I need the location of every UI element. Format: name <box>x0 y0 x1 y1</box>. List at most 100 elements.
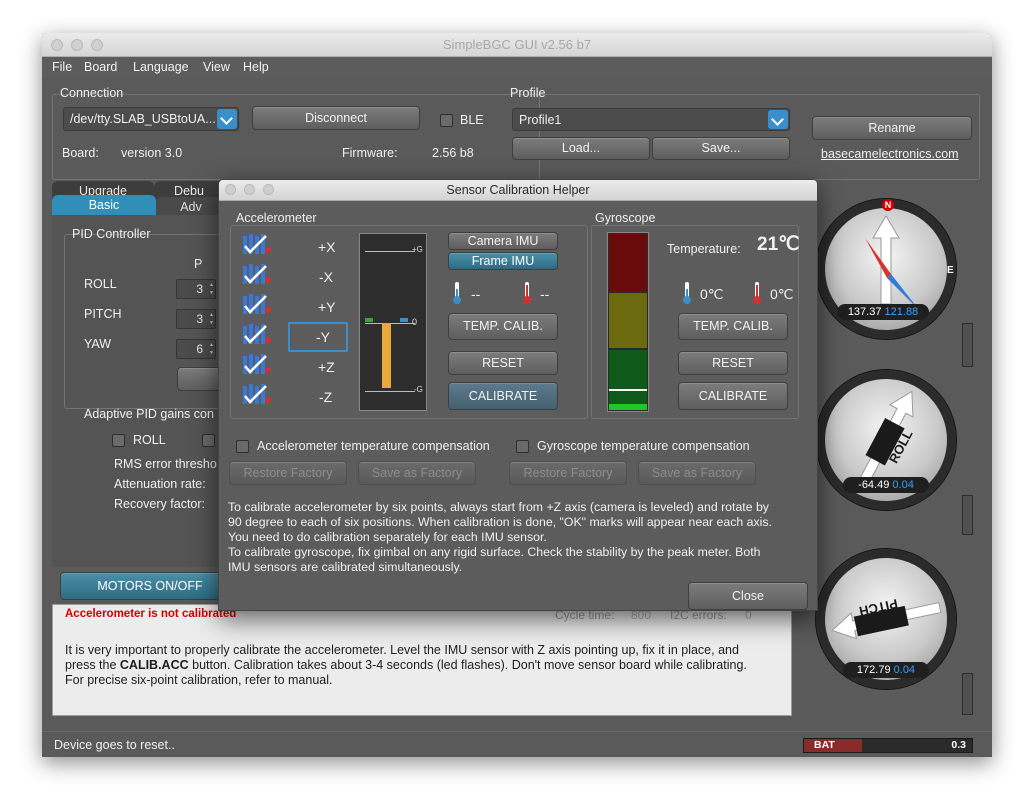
pid-roll-label: ROLL <box>84 277 117 291</box>
window-close-button[interactable] <box>51 39 63 51</box>
menu-board[interactable]: Board <box>84 60 117 74</box>
dialog-titlebar: Sensor Calibration Helper <box>219 180 817 201</box>
accel-scale-top-line <box>365 251 415 252</box>
pid-yaw-p-input[interactable]: 6 <box>176 339 216 359</box>
acc-reset-button[interactable]: RESET <box>448 351 558 375</box>
profile-load-button[interactable]: Load... <box>512 137 650 160</box>
pid-pitch-p-input[interactable]: 3 <box>176 309 216 329</box>
board-version: version 3.0 <box>121 146 183 160</box>
roll-gauge: ROLL -64.49 0.04 <box>816 370 956 510</box>
acc-calibrate-button[interactable]: CALIBRATE <box>448 382 558 410</box>
profile-save-button[interactable]: Save... <box>652 137 790 160</box>
acc-temp-min: -- <box>471 286 481 302</box>
accel-scale-bottom: -G <box>414 385 423 394</box>
battery-bar: BAT 0.3 <box>803 738 973 753</box>
menu-view[interactable]: View <box>203 60 230 74</box>
window-titlebar: SimpleBGC GUI v2.56 b7 <box>42 33 992 57</box>
acc-temp-comp-label: Accelerometer temperature compensation <box>257 439 490 453</box>
accel-scale-mid: 0 <box>412 317 418 327</box>
adaptive-roll-label: ROLL <box>133 433 166 447</box>
accelerometer-label: Accelerometer <box>236 211 317 225</box>
gyro-peak-line <box>609 389 647 391</box>
gyro-temp-calib-button[interactable]: TEMP. CALIB. <box>678 313 788 340</box>
disconnect-button[interactable]: Disconnect <box>252 106 420 130</box>
bottom-status-text: Device goes to reset.. <box>54 738 175 752</box>
adaptive-pitch-checkbox[interactable] <box>202 434 215 447</box>
thermometer-cold-icon <box>453 282 461 304</box>
menu-help[interactable]: Help <box>243 60 269 74</box>
pid-yaw-label: YAW <box>84 337 112 351</box>
yaw-level-bar <box>962 323 973 367</box>
gyro-temp-comp-checkbox[interactable] <box>516 440 529 453</box>
thermometer-hot-icon <box>753 282 761 304</box>
frame-imu-button[interactable]: Frame IMU <box>448 252 558 270</box>
attenuation-rate-label: Attenuation rate: <box>114 477 206 491</box>
pitch-level-bar <box>962 673 973 715</box>
profile-select[interactable]: Profile1 <box>512 108 790 131</box>
pitch-gauge: PITCH 172.79 0.04 <box>816 549 956 689</box>
gyro-meter-green-zone <box>609 350 647 410</box>
window-minimize-button[interactable] <box>71 39 83 51</box>
website-link[interactable]: basecamelectronics.com <box>821 147 959 161</box>
accel-max-marker <box>400 318 408 322</box>
yaw-readout: 137.37 121.88 <box>837 304 929 320</box>
chevron-down-icon <box>217 109 237 129</box>
gyro-reset-button[interactable]: RESET <box>678 351 788 375</box>
camera-imu-button[interactable]: Camera IMU <box>448 232 558 250</box>
acc-temp-comp-checkbox[interactable] <box>236 440 249 453</box>
tab-basic[interactable]: Basic <box>52 195 156 215</box>
accelerometer-warning: Accelerometer is not calibrated <box>65 608 237 620</box>
dialog-close-button[interactable]: Close <box>688 582 808 610</box>
east-marker: E <box>947 265 954 276</box>
gyro-restore-factory-button[interactable]: Restore Factory <box>509 461 627 485</box>
window-zoom-button[interactable] <box>91 39 103 51</box>
menu-bar: File Board Language View Help <box>42 57 992 78</box>
roll-readout: -64.49 0.04 <box>843 477 929 493</box>
battery-label: BAT <box>814 739 835 751</box>
axis-plus-z: +Z <box>318 359 335 375</box>
connection-section-label: Connection <box>60 86 124 100</box>
tab-advanced[interactable]: Adv <box>156 197 226 217</box>
adaptive-roll-checkbox[interactable] <box>112 434 125 447</box>
calibration-help-text: To calibrate accelerometer by six points… <box>228 500 772 574</box>
adaptive-pid-label: Adaptive PID gains con <box>84 407 214 421</box>
pitch-value: 172.79 <box>856 664 891 676</box>
recovery-factor-label: Recovery factor: <box>114 497 206 511</box>
accel-min-marker <box>365 318 373 322</box>
pid-roll-p-input[interactable]: 3 <box>176 279 216 299</box>
battery-value: 0.3 <box>951 739 966 751</box>
gyro-peak-meter <box>607 232 649 412</box>
axis-plus-x: +X <box>318 239 336 255</box>
gyro-temp-min: 0℃ <box>700 286 724 302</box>
ble-label: BLE <box>460 113 484 127</box>
acc-save-as-factory-button[interactable]: Save as Factory <box>358 461 476 485</box>
yaw-gauge: N E 137.37 121.88 <box>816 199 956 339</box>
acc-restore-factory-button[interactable]: Restore Factory <box>229 461 347 485</box>
axis-plus-y: +Y <box>318 299 336 315</box>
dialog-minimize-dot[interactable] <box>244 184 255 195</box>
port-select[interactable]: /dev/tty.SLAB_USBtoUA... <box>63 107 239 131</box>
ble-checkbox[interactable] <box>440 114 453 127</box>
chevron-down-icon <box>768 110 788 129</box>
menu-language[interactable]: Language <box>133 60 189 74</box>
gyro-meter-yellow-zone <box>609 293 647 348</box>
thermometer-cold-icon <box>683 282 691 304</box>
calibration-message: It is very important to properly calibra… <box>65 643 765 688</box>
accel-level-fill <box>382 323 391 388</box>
dialog-zoom-dot[interactable] <box>263 184 274 195</box>
roll-speed: 0.04 <box>892 479 914 491</box>
pid-pitch-label: PITCH <box>84 307 122 321</box>
gyro-calibrate-button[interactable]: CALIBRATE <box>678 382 788 410</box>
temperature-label: Temperature: <box>667 242 741 256</box>
roll-level-bar <box>962 495 973 535</box>
axis-minus-z: -Z <box>319 389 333 405</box>
gyro-save-as-factory-button[interactable]: Save as Factory <box>638 461 756 485</box>
motors-on-off-button[interactable]: MOTORS ON/OFF <box>60 572 240 600</box>
axis-minus-y: -Y <box>316 329 330 345</box>
gyro-level-fill <box>609 404 647 410</box>
profile-rename-button[interactable]: Rename <box>812 116 972 140</box>
dialog-close-dot[interactable] <box>225 184 236 195</box>
firmware-version: 2.56 b8 <box>432 146 474 160</box>
menu-file[interactable]: File <box>52 60 72 74</box>
acc-temp-calib-button[interactable]: TEMP. CALIB. <box>448 313 558 340</box>
